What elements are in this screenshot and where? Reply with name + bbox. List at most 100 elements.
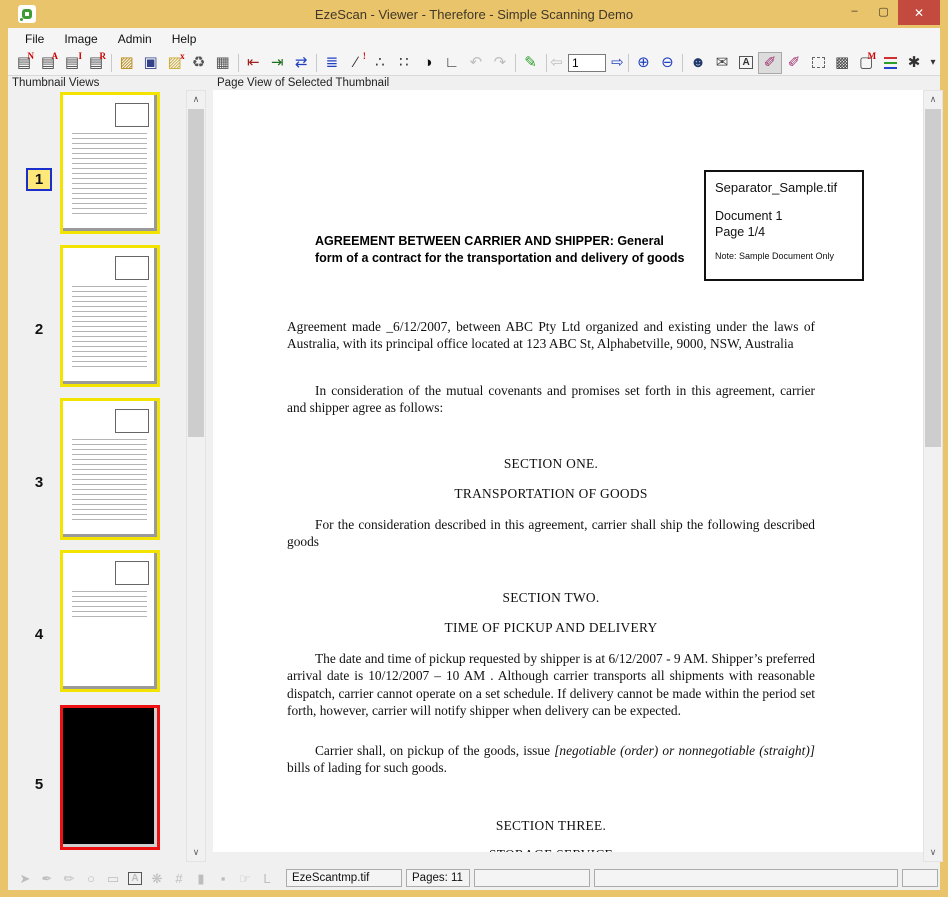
next-page-button[interactable]: ⇨ <box>610 52 625 74</box>
content-area: Thumbnail Views 1 2 3 <box>8 76 940 866</box>
scan-new-button[interactable]: ▤N <box>12 52 36 74</box>
menu-item[interactable]: File <box>16 30 53 48</box>
doc-paragraph-4: The date and time of pickup requested by… <box>287 650 815 720</box>
mail-button[interactable]: ✉ <box>710 52 734 74</box>
toolbar-separator <box>546 54 547 72</box>
pattern-tool[interactable]: # <box>168 867 190 889</box>
scan-insert-button[interactable]: ▤I <box>60 52 84 74</box>
section-three-subtitle: STORAGE SERVICE <box>287 847 815 852</box>
prev-page-button[interactable]: ⇦ <box>549 52 564 74</box>
thumbnail-1[interactable] <box>60 92 160 234</box>
thumbnail-page-preview <box>63 708 157 847</box>
page-view-scrollbar[interactable]: ∧ ∨ <box>923 90 943 862</box>
app-body: FileImageAdminHelp ▤N▤A▤I▤R ▨▣▨x♻▦ ⇤⇥⇄ ≣… <box>8 28 940 890</box>
separator-filename: Separator_Sample.tif <box>715 180 853 195</box>
scroll-up-icon[interactable]: ∧ <box>924 91 942 108</box>
redact-user-button[interactable]: ☻ <box>686 52 710 74</box>
toolbar-separator <box>682 54 683 72</box>
section-two-title: SECTION TWO. <box>287 590 815 606</box>
align-pages-button[interactable]: ≣ <box>320 52 344 74</box>
main-toolbar: ▤N▤A▤I▤R ▨▣▨x♻▦ ⇤⇥⇄ ≣∕!∴∷◑∟↶↷ ✎ ⇦ ⇨ <box>8 50 940 76</box>
status-filename: EzeScantmp.tif <box>286 869 402 887</box>
text-annotation-button[interactable]: A <box>734 52 758 74</box>
thumbnail-number-3: 3 <box>26 474 52 491</box>
magic-wand-button[interactable]: ✱ <box>902 52 926 74</box>
color-adjust-button[interactable] <box>878 52 902 74</box>
delete-all-button[interactable]: ♻ <box>187 52 211 74</box>
swap-pages-button[interactable]: ⇄ <box>289 52 313 74</box>
move-page-forward-button[interactable]: ⇥ <box>265 52 289 74</box>
doc-paragraph-3: For the consideration described in this … <box>287 516 815 551</box>
thumbnail-scrollbar[interactable]: ∧ ∨ <box>186 90 206 862</box>
redo-button[interactable]: ↷ <box>488 52 512 74</box>
scroll-down-icon[interactable]: ∨ <box>924 844 942 861</box>
undo-button[interactable]: ↶ <box>464 52 488 74</box>
document-content: Separator_Sample.tif Document 1 Page 1/4… <box>213 90 923 852</box>
doc-paragraph-2: In consideration of the mutual covenants… <box>287 382 815 417</box>
pen-tool[interactable]: ✒ <box>36 867 58 889</box>
menu-item[interactable]: Admin <box>109 30 161 48</box>
metadata-button[interactable]: ▢M <box>854 52 878 74</box>
scroll-up-icon[interactable]: ∧ <box>187 91 205 108</box>
thumbnail-4[interactable] <box>60 550 160 692</box>
ezescan-logo-icon <box>18 5 36 23</box>
scrollbar-thumb[interactable] <box>188 109 204 437</box>
section-two-subtitle: TIME OF PICKUP AND DELIVERY <box>287 620 815 636</box>
status-field-empty-3 <box>902 869 938 887</box>
zoom-out-button[interactable]: ⊖ <box>655 52 679 74</box>
thumbnail-number-1: 1 <box>26 168 52 191</box>
scrollbar-thumb[interactable] <box>925 109 941 447</box>
menu-item[interactable]: Image <box>55 30 106 48</box>
thumbnail-page-preview <box>63 95 157 231</box>
thumbnail-page-preview <box>63 553 157 689</box>
fill-tool[interactable]: ▮ <box>190 867 212 889</box>
lasso-tool[interactable]: ○ <box>80 867 102 889</box>
verify-pen-button[interactable]: ✎ <box>519 52 543 74</box>
doc-paragraph-5: Carrier shall, on pickup of the goods, i… <box>287 742 815 777</box>
print-button[interactable]: ▦ <box>211 52 235 74</box>
scroll-down-icon[interactable]: ∨ <box>187 844 205 861</box>
close-button[interactable]: ✕ <box>898 0 940 25</box>
page-number-input[interactable] <box>568 54 606 72</box>
despeckle-region-button[interactable]: ▩ <box>830 52 854 74</box>
stamp-tool[interactable]: ❋ <box>146 867 168 889</box>
menu-item[interactable]: Help <box>163 30 206 48</box>
thumbnail-2[interactable] <box>60 245 160 387</box>
rect-tool[interactable]: ▭ <box>102 867 124 889</box>
deskew-button[interactable]: ∕! <box>344 52 368 74</box>
thumbnail-page-preview <box>63 248 157 384</box>
titlebar: EzeScan - Viewer - Therefore - Simple Sc… <box>0 0 948 28</box>
maximize-button[interactable]: ▢ <box>869 0 898 22</box>
status-pages: Pages: 11 <box>406 869 470 887</box>
thumbnail-5[interactable] <box>60 705 160 850</box>
toolbar-separator <box>628 54 629 72</box>
contrast-button[interactable]: ◑ <box>416 52 440 74</box>
crop-border-button[interactable]: ∟ <box>440 52 464 74</box>
save-file-button[interactable]: ▣ <box>139 52 163 74</box>
minimize-button[interactable]: – <box>840 0 869 22</box>
despeckle-light-button[interactable]: ∴ <box>368 52 392 74</box>
block-tool[interactable]: ▪ <box>212 867 234 889</box>
highlighter-button[interactable]: ✐ <box>758 52 782 74</box>
thumbnail-number-4: 4 <box>26 626 52 643</box>
move-page-back-button[interactable]: ⇤ <box>241 52 265 74</box>
open-file-button[interactable]: ▨ <box>115 52 139 74</box>
separator-sample-box: Separator_Sample.tif Document 1 Page 1/4… <box>704 170 864 281</box>
hand-tool[interactable]: ☞ <box>234 867 256 889</box>
select-region-button[interactable] <box>806 52 830 74</box>
scan-replace-button[interactable]: ▤R <box>84 52 108 74</box>
text-tool[interactable]: A <box>124 867 146 889</box>
document-page[interactable]: Separator_Sample.tif Document 1 Page 1/4… <box>213 90 923 852</box>
scan-append-button[interactable]: ▤A <box>36 52 60 74</box>
wand-dropdown-caret[interactable]: ▾ <box>926 52 940 74</box>
section-three-title: SECTION THREE. <box>287 818 815 834</box>
thumbnail-3[interactable] <box>60 398 160 540</box>
marker-button[interactable]: ✐ <box>782 52 806 74</box>
label-L[interactable]: L <box>256 867 278 889</box>
zoom-in-button[interactable]: ⊕ <box>631 52 655 74</box>
separator-note: Note: Sample Document Only <box>715 251 853 261</box>
delete-file-button[interactable]: ▨x <box>163 52 187 74</box>
pointer-tool[interactable]: ➤ <box>14 867 36 889</box>
pencil-tool[interactable]: ✏ <box>58 867 80 889</box>
despeckle-heavy-button[interactable]: ∷ <box>392 52 416 74</box>
